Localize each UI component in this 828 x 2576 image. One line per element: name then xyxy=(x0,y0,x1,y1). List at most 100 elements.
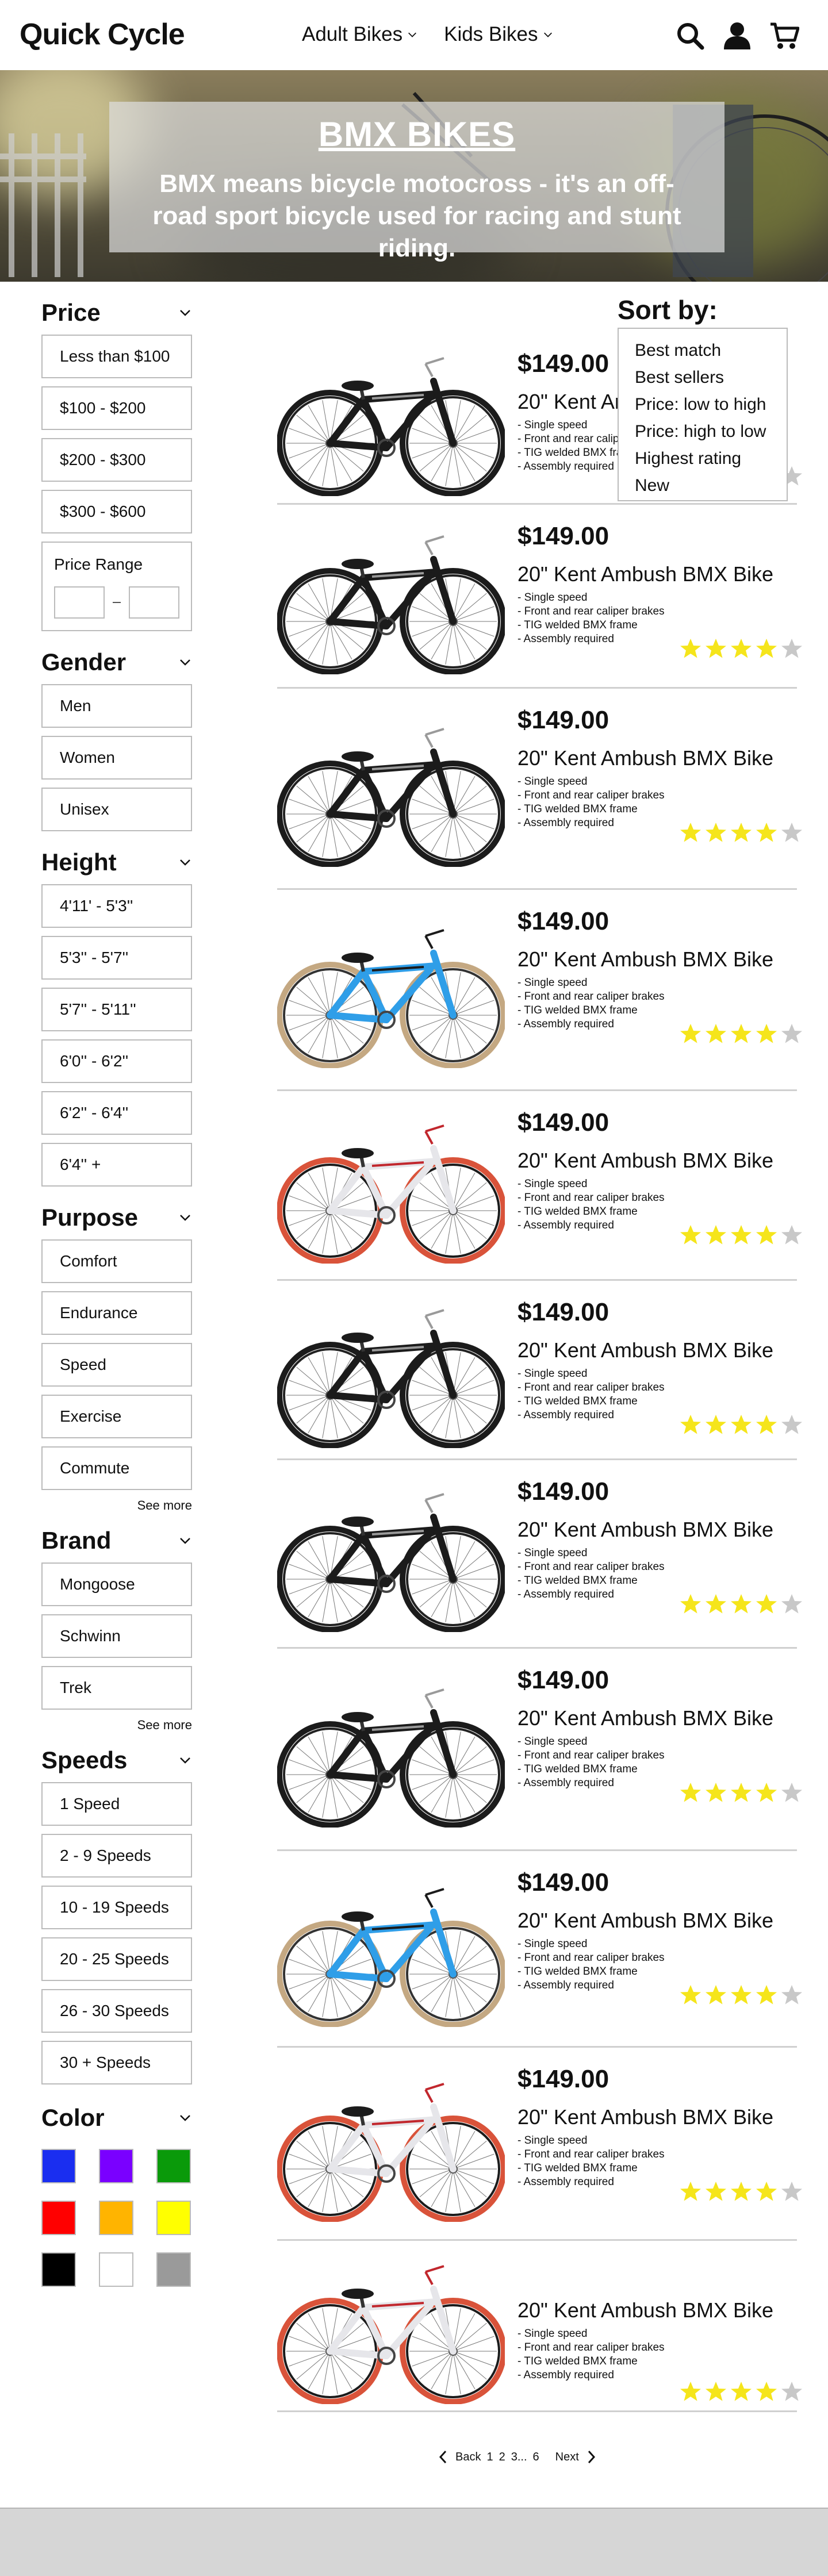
color-swatch[interactable] xyxy=(156,2201,191,2235)
filter-option[interactable]: 5'3'' - 5'7'' xyxy=(41,936,192,980)
chevron-left-icon[interactable] xyxy=(437,2449,450,2465)
price-max-input[interactable] xyxy=(129,586,179,619)
filter-option[interactable]: Less than $100 xyxy=(41,335,192,378)
user-icon[interactable] xyxy=(722,21,752,51)
pagination-back[interactable]: Back xyxy=(455,2451,481,2464)
color-swatch[interactable] xyxy=(156,2149,191,2183)
filter-option[interactable]: $100 - $200 xyxy=(41,386,192,430)
product-image[interactable] xyxy=(277,1293,507,1449)
cart-icon[interactable] xyxy=(769,21,799,51)
filter-purpose-header[interactable]: Purpose xyxy=(41,1204,192,1231)
nav-adult-bikes[interactable]: Adult Bikes xyxy=(302,23,417,46)
product-image[interactable] xyxy=(277,2249,507,2405)
sort-option-price-high-low[interactable]: Price: high to low xyxy=(635,418,787,445)
product-card[interactable]: $149.00 20" Kent Ambush BMX Bike - Single … xyxy=(277,890,802,1091)
filter-option[interactable]: 6'4'' + xyxy=(41,1143,192,1187)
filter-option[interactable]: Commute xyxy=(41,1446,192,1490)
search-icon[interactable] xyxy=(675,21,705,51)
product-image[interactable] xyxy=(277,1672,507,1828)
product-card[interactable]: $149.00 20" Kent Ambush BMX Bike - Single … xyxy=(277,689,802,890)
product-card[interactable]: $149.00 20" Kent Ambush BMX Bike - Single … xyxy=(277,1851,802,2048)
filter-option[interactable]: Unisex xyxy=(41,788,192,831)
product-card[interactable]: $149.00 20" Kent Ambush BMX Bike - Single … xyxy=(277,505,802,689)
product-image[interactable] xyxy=(277,913,507,1069)
product-card[interactable]: $149.00 20" Kent Ambush BMX Bike - Single … xyxy=(277,1649,802,1851)
filter-option[interactable]: Schwinn xyxy=(41,1614,192,1658)
product-name[interactable]: 20" Kent Ambush BMX Bike xyxy=(518,2105,773,2129)
product-image[interactable] xyxy=(277,1108,507,1264)
product-card[interactable]: $149.00 20" Kent Ambush BMX Bike - Single … xyxy=(277,1460,802,1649)
see-more-link[interactable]: See more xyxy=(41,1718,192,1733)
filter-option[interactable]: 30 + Speeds xyxy=(41,2041,192,2084)
sort-option-best-sellers[interactable]: Best sellers xyxy=(635,364,787,391)
pagination-next[interactable]: Next xyxy=(555,2451,579,2464)
filter-option[interactable]: 2 - 9 Speeds xyxy=(41,1834,192,1878)
product-name[interactable]: 20" Kent Ambush BMX Bike xyxy=(518,562,773,586)
filter-gender-header[interactable]: Gender xyxy=(41,648,192,676)
nav-kids-bikes[interactable]: Kids Bikes xyxy=(444,23,553,46)
filter-height-header[interactable]: Height xyxy=(41,849,192,876)
product-image[interactable] xyxy=(277,712,507,867)
color-swatch[interactable] xyxy=(41,2252,76,2287)
filter-option[interactable]: 5'7'' - 5'11'' xyxy=(41,988,192,1031)
filter-option[interactable]: Exercise xyxy=(41,1395,192,1438)
filter-option[interactable]: Mongoose xyxy=(41,1563,192,1606)
sort-option-price-low-high[interactable]: Price: low to high xyxy=(635,391,787,418)
price-min-input[interactable] xyxy=(54,586,105,619)
product-name[interactable]: 20" Kent Ambush BMX Bike xyxy=(518,2298,773,2322)
product-name[interactable]: 20" Kent Ambush BMX Bike xyxy=(518,746,773,770)
pagination-page[interactable]: 2 xyxy=(499,2451,505,2464)
color-swatch[interactable] xyxy=(41,2149,76,2183)
filter-option[interactable]: Men xyxy=(41,684,192,728)
filter-option[interactable]: 6'0'' - 6'2'' xyxy=(41,1039,192,1083)
sort-option-new[interactable]: New xyxy=(635,472,787,499)
product-name[interactable]: 20" Kent Ambush BMX Bike xyxy=(518,1149,773,1173)
filter-option[interactable]: 6'2'' - 6'4'' xyxy=(41,1091,192,1135)
filter-option[interactable]: $200 - $300 xyxy=(41,438,192,482)
product-name[interactable]: 20" Kent Ambush BMX Bike xyxy=(518,1518,773,1542)
filter-option[interactable]: Comfort xyxy=(41,1239,192,1283)
filter-price-header[interactable]: Price xyxy=(41,299,192,327)
chevron-right-icon[interactable] xyxy=(585,2449,597,2465)
filter-option[interactable]: 26 - 30 Speeds xyxy=(41,1989,192,2033)
product-image[interactable] xyxy=(277,1872,507,2028)
product-card[interactable]: $149.00 20" Kent Ambush BMX Bike - Single … xyxy=(277,2048,802,2241)
product-image[interactable] xyxy=(277,519,507,675)
filter-option[interactable]: $300 - $600 xyxy=(41,490,192,533)
product-feature: - Front and rear caliper brakes xyxy=(518,1192,665,1204)
filter-option[interactable]: 1 Speed xyxy=(41,1782,192,1826)
site-logo[interactable]: Quick Cycle xyxy=(20,17,185,52)
filter-option[interactable]: Women xyxy=(41,736,192,780)
filter-option[interactable]: Speed xyxy=(41,1343,192,1387)
color-swatch[interactable] xyxy=(41,2201,76,2235)
see-more-link[interactable]: See more xyxy=(41,1498,192,1513)
product-name[interactable]: 20" Kent Ambush BMX Bike xyxy=(518,1706,773,1730)
filter-option[interactable]: Trek xyxy=(41,1666,192,1710)
product-card[interactable]: $149.00 20" Kent Ambush BMX Bike - Single … xyxy=(277,1091,802,1281)
product-image[interactable] xyxy=(277,341,507,497)
sort-option-best-match[interactable]: Best match xyxy=(635,337,787,364)
pagination-page[interactable]: 1 xyxy=(486,2451,493,2464)
pagination-page[interactable]: 6 xyxy=(533,2451,539,2464)
product-card[interactable]: 20" Kent Ambush BMX Bike - Single speed - … xyxy=(277,2241,802,2412)
filter-brand-header[interactable]: Brand xyxy=(41,1527,192,1554)
filter-speeds-header[interactable]: Speeds xyxy=(41,1746,192,1774)
product-image[interactable] xyxy=(277,2067,507,2222)
color-swatch[interactable] xyxy=(99,2252,133,2287)
product-name[interactable]: 20" Kent Ambush BMX Bike xyxy=(518,1338,773,1362)
filter-option[interactable]: Endurance xyxy=(41,1291,192,1335)
pagination-page[interactable]: 3... xyxy=(511,2451,527,2464)
filter-option[interactable]: 4'11' - 5'3'' xyxy=(41,884,192,928)
filter-color-header[interactable]: Color xyxy=(41,2104,192,2132)
sort-option-highest-rating[interactable]: Highest rating xyxy=(635,445,787,472)
color-swatch[interactable] xyxy=(99,2201,133,2235)
product-image[interactable] xyxy=(277,1477,507,1633)
product-card[interactable]: $149.00 20" Kent Ambush BMX Bike - Single … xyxy=(277,1281,802,1460)
product-name[interactable]: 20" Kent Ambush BMX Bike xyxy=(518,947,773,972)
color-swatch[interactable] xyxy=(156,2252,191,2287)
filter-option[interactable]: 20 - 25 Speeds xyxy=(41,1937,192,1981)
product-name[interactable]: 20" Kent Ambush BMX Bike xyxy=(518,1909,773,1933)
star-filled-icon xyxy=(731,1594,752,1614)
filter-option[interactable]: 10 - 19 Speeds xyxy=(41,1886,192,1929)
color-swatch[interactable] xyxy=(99,2149,133,2183)
